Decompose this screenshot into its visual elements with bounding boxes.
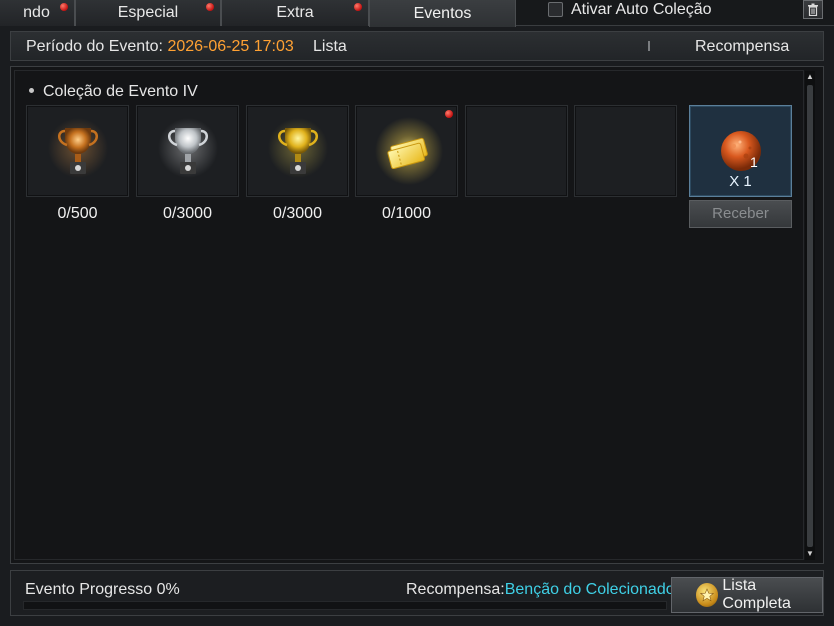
reward-name: Benção do Colecionador — [504, 581, 680, 598]
bullet-icon — [29, 88, 34, 93]
notification-dot-icon — [354, 3, 362, 11]
tab-ndo[interactable]: ndo — [0, 0, 75, 26]
event-period-value: 2026-06-25 17:03 — [167, 38, 294, 55]
scroll-up-arrow-icon[interactable]: ▲ — [805, 71, 815, 83]
silver-trophy-icon — [158, 118, 218, 178]
tab-label: Extra — [276, 4, 314, 21]
event-info-bar: Período do Evento: 2026-06-25 17:03 List… — [10, 31, 824, 61]
list-column-header: Lista — [313, 38, 347, 55]
star-icon — [696, 583, 719, 607]
event-progress-bar: Evento Progresso 0% Recompensa:Benção do… — [10, 570, 824, 616]
auto-collect-label: Ativar Auto Coleção — [571, 1, 712, 18]
column-divider — [648, 41, 650, 51]
tab-extra[interactable]: Extra — [221, 0, 369, 26]
tab-label: Eventos — [413, 4, 472, 22]
collection-title-text: Coleção de Evento IV — [43, 83, 198, 100]
reward-info: Recompensa:Benção do Colecionador — [406, 581, 680, 599]
collection-slot[interactable] — [355, 105, 458, 197]
notification-dot-icon — [445, 110, 453, 118]
progress-label: Evento Progresso 0% — [25, 581, 180, 598]
trash-icon — [808, 3, 818, 16]
auto-collect-checkbox[interactable] — [548, 2, 563, 17]
collection-slot[interactable] — [246, 105, 349, 197]
progress-track — [23, 601, 667, 610]
collection-title: Coleção de Evento IV — [29, 83, 198, 101]
receive-button[interactable]: Receber — [689, 200, 792, 228]
trash-button[interactable] — [803, 0, 823, 19]
full-list-button[interactable]: Lista Completa — [671, 577, 823, 613]
notification-dot-icon — [60, 3, 68, 11]
empty-collection-slot — [574, 105, 677, 197]
scroll-thumb[interactable] — [807, 85, 813, 547]
slot-count: 0/500 — [57, 205, 98, 222]
event-period: Período do Evento: 2026-06-25 17:03 — [26, 38, 294, 56]
reward-column-header: Recompensa — [695, 38, 790, 55]
reward-quantity: 1 — [750, 154, 758, 170]
collection-slot[interactable] — [136, 105, 239, 197]
tab-eventos[interactable]: Eventos — [369, 0, 516, 27]
bronze-trophy-icon — [48, 118, 108, 178]
reward-prefix: Recompensa: — [406, 581, 505, 598]
collection-panel: Coleção de Evento IV 0/500 0/3000 0/3000… — [10, 66, 824, 564]
scroll-down-arrow-icon[interactable]: ▼ — [805, 548, 815, 560]
slot-count: 0/3000 — [163, 205, 212, 222]
empty-collection-slot — [465, 105, 568, 197]
collection-slot[interactable] — [26, 105, 129, 197]
slot-count: 0/1000 — [382, 205, 431, 222]
collection-list: Coleção de Evento IV 0/500 0/3000 0/3000… — [14, 70, 804, 560]
slot-count: 0/3000 — [273, 205, 322, 222]
tab-label: ndo — [23, 4, 50, 21]
reward-slot[interactable]: 1 X 1 — [689, 105, 792, 197]
event-period-label: Período do Evento: — [26, 38, 168, 55]
category-tabs: ndo Especial Extra Eventos Ativar Auto C… — [0, 0, 834, 27]
orange-orb-icon — [721, 131, 761, 171]
golden-ticket-icon — [375, 117, 443, 185]
tab-label: Especial — [117, 4, 179, 21]
notification-dot-icon — [206, 3, 214, 11]
scrollbar[interactable]: ▲ ▼ — [805, 71, 815, 560]
full-list-label: Lista Completa — [722, 577, 791, 612]
tab-especial[interactable]: Especial — [75, 0, 221, 26]
reward-multiplier: X 1 — [729, 173, 752, 190]
gold-trophy-icon — [268, 118, 328, 178]
